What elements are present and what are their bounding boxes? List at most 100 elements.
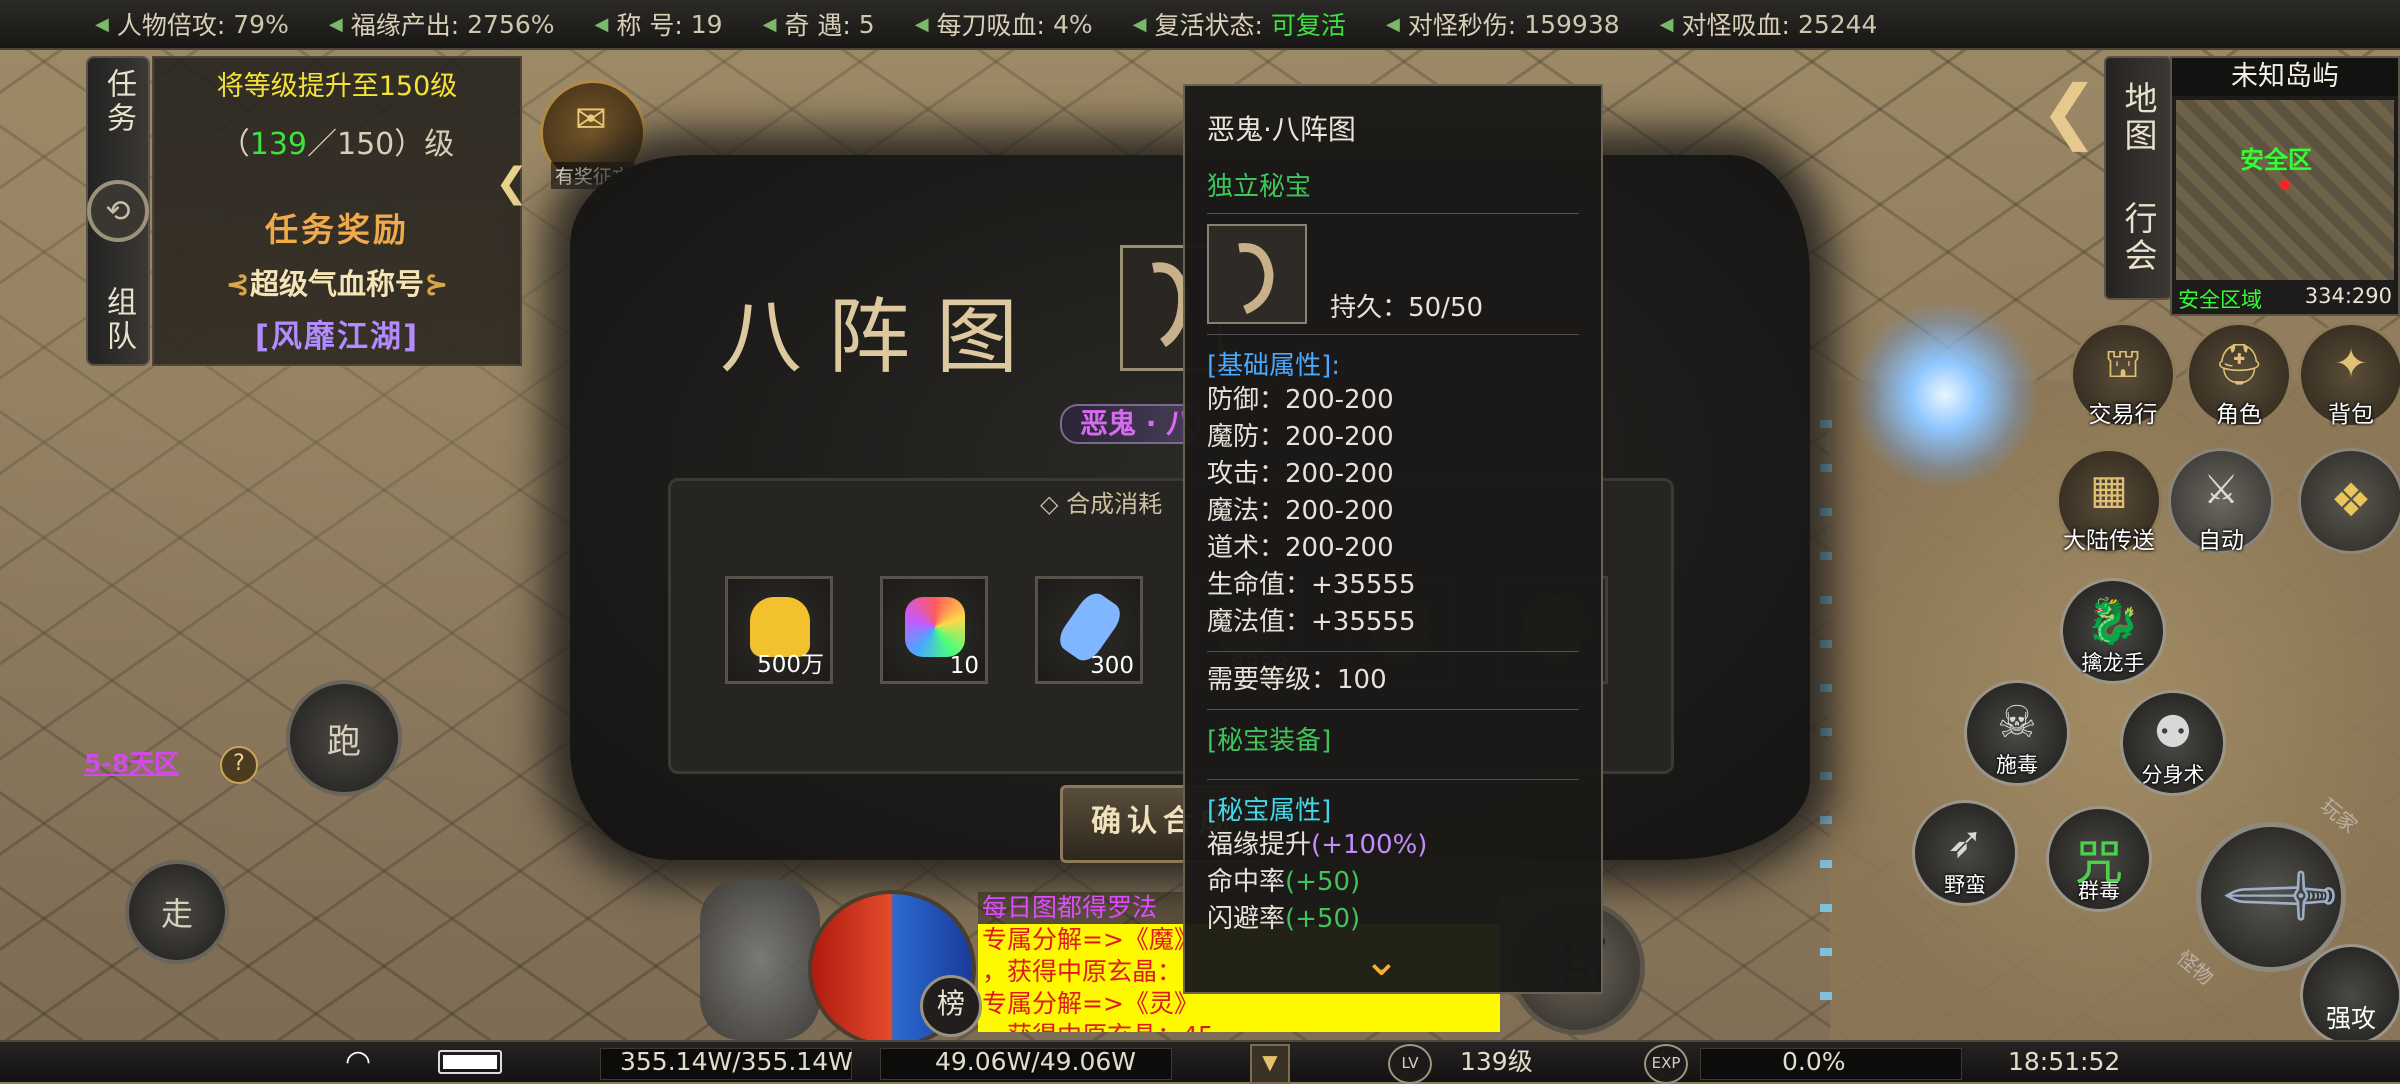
quest-level-current: 139 [249, 127, 307, 162]
trade-icon: ⛫ [2104, 341, 2142, 387]
teleport-portal[interactable] [1850, 300, 2040, 490]
material-count: 500万 [757, 652, 824, 678]
material-slot[interactable]: 10 [880, 576, 988, 684]
skill-savage[interactable]: ➶ 野蛮 [1912, 800, 2018, 906]
trade-button[interactable]: ⛫ 交易行 [2070, 322, 2176, 428]
exp-badge-icon: EXP [1644, 1044, 1688, 1084]
run-button[interactable]: 跑 [286, 680, 402, 796]
materials-title: ◇ 合成消耗 [1040, 490, 1163, 518]
dropdown-arrow-icon[interactable]: ▼ [1250, 1044, 1290, 1084]
ranking-button[interactable]: 榜 [920, 975, 982, 1037]
helmet-icon: ⛑ [2213, 342, 2265, 388]
material-count: 300 [1090, 653, 1134, 679]
dragon-ornament [700, 880, 820, 1040]
skill-poison[interactable]: ☠ 施毒 [1964, 680, 2070, 786]
tooltip-base-stat: 魔法值：+35555 [1207, 607, 1416, 637]
level-badge-icon: LV [1388, 1044, 1432, 1084]
mp-value: 49.06W/49.06W [935, 1047, 1137, 1076]
triangle-icon: ◀ [594, 13, 609, 35]
charge-icon: ➶ [1946, 817, 1984, 868]
continent-teleport-button[interactable]: ▦ 大陆传送 [2056, 448, 2162, 554]
poison-icon: ☠ [1997, 697, 2037, 748]
map-tabs: 地图 行会 [2104, 56, 2172, 300]
material-count: 10 [949, 653, 979, 679]
help-icon[interactable]: ? [220, 746, 258, 784]
skill-group-poison[interactable]: 咒 群毒 [2046, 806, 2152, 912]
tooltip-item-type: 独立秘宝 [1207, 172, 1312, 202]
material-slot[interactable]: 300 [1035, 576, 1143, 684]
minimap[interactable]: 未知岛屿 安全区 [2170, 56, 2400, 316]
tab-map[interactable]: 地图 [2114, 81, 2162, 155]
stat-item: ◀ 复活状态: 可复活 [1132, 11, 1346, 40]
attack-button[interactable]: 🗡 [2196, 822, 2351, 972]
tooltip-icon-row: 持久：50/50 [1207, 224, 1579, 324]
scroll-icon: ✉ [575, 97, 607, 141]
dragon-icon: 🐉 [2085, 596, 2141, 647]
stat-item: ◀ 福缘产出: 2756% [328, 9, 555, 41]
level-value: 139级 [1460, 1047, 1533, 1076]
tooltip-base-stat: 攻击：200-200 [1207, 459, 1394, 489]
tooltip-item-name: 恶鬼·八阵图 [1207, 113, 1356, 146]
quest-panel[interactable]: 将等级提升至150级 （139／150）级 任务奖励 ⊰超级气血称号⊱ [风靡江… [152, 56, 522, 366]
material-slot[interactable]: 500万 [725, 576, 833, 684]
map-name: 未知岛屿 [2172, 58, 2398, 96]
tooltip-special-stat: 命中率(+50) [1207, 867, 1361, 897]
map-coordinates: 334:290 [2304, 284, 2392, 308]
tooltip-durability: 持久：50/50 [1330, 293, 1484, 323]
bag-icon: ✦ [2334, 341, 2368, 387]
expand-menu-button[interactable]: ❖ [2298, 448, 2400, 554]
strong-attack-button[interactable]: 强攻 [2300, 944, 2400, 1046]
server-zone-link[interactable]: 5-8天区 [84, 744, 179, 780]
triangle-icon: ◀ [328, 13, 343, 35]
curse-icon: 咒 [2074, 835, 2123, 891]
skill-clone[interactable]: ⚉ 分身术 [2120, 690, 2226, 796]
wifi-icon: ◠ [345, 1044, 372, 1079]
triangle-icon: ◀ [762, 13, 777, 35]
stat-item: ◀ 每刀吸血: 4% [914, 9, 1093, 41]
scroll-item-icon [1207, 224, 1307, 324]
map-view[interactable]: 安全区 [2176, 100, 2394, 280]
quest-title[interactable]: 将等级提升至150级 [154, 64, 520, 103]
top-status-bar: ◀ 人物倍攻: 79% ◀ 福缘产出: 2756% ◀ 称 号: 19 ◀ 奇 遇: 5 ◀ 每刀吸血: 4… [0, 0, 2400, 50]
tooltip-base-stat: 生命值：+35555 [1207, 570, 1416, 600]
hp-value: 355.14W/355.14W [620, 1047, 853, 1076]
craft-item-name: 恶鬼 · 八 [1060, 404, 1200, 444]
map-safe-zone-label: 安全区 [2240, 146, 2312, 174]
diamond-grid-icon: ❖ [2330, 473, 2372, 527]
tooltip-base-stat: 魔防：200-200 [1207, 422, 1394, 452]
tab-quest[interactable]: 任务 [96, 68, 140, 136]
tooltip-base-header: [基础属性]: [1207, 351, 1341, 381]
tooltip-required-level: 需要等级：100 [1207, 665, 1387, 695]
bottom-status-bar: ◠ 355.14W/355.14W 49.06W/49.06W ▼ LV 139… [0, 1040, 2400, 1084]
quest-tabs: 任务 ⟲ 组队 [86, 56, 150, 366]
quest-switch-icon[interactable]: ⟲ [87, 180, 149, 242]
map-footer: 安全区域 334:290 [2172, 282, 2398, 314]
tab-guild[interactable]: 行会 [2114, 201, 2162, 275]
chevron-down-icon[interactable]: ⌄ [1363, 935, 1400, 986]
quest-reward-title: [风靡江湖] [254, 319, 420, 355]
quest-collapse-arrow-icon[interactable]: ❮ [495, 160, 529, 206]
tooltip-base-stat: 道术：200-200 [1207, 533, 1394, 563]
stat-item: ◀ 称 号: 19 [594, 9, 723, 41]
character-button[interactable]: ⛑ 角色 [2186, 322, 2292, 428]
bag-button[interactable]: ✦ 背包 [2298, 322, 2400, 428]
auto-button[interactable]: ⚔ 自动 [2168, 448, 2274, 554]
map-zone-status: 安全区域 [2178, 288, 2262, 312]
triangle-icon: ◀ [1132, 13, 1147, 35]
clock-time: 18:51:52 [2008, 1047, 2121, 1076]
stat-item: ◀ 奇 遇: 5 [762, 9, 875, 41]
item-tooltip: 恶鬼·八阵图 独立秘宝 持久：50/50 [基础属性]: 防御：200-200 魔… [1183, 84, 1603, 994]
tooltip-equip-header: [秘宝装备] [1207, 726, 1332, 756]
triangle-icon: ◀ [1659, 13, 1674, 35]
walk-button[interactable]: 走 [125, 860, 229, 964]
skill-dragon-grab[interactable]: 🐉 擒龙手 [2060, 578, 2166, 684]
triangle-icon: ◀ [1385, 13, 1400, 35]
chat-line[interactable]: ，获得中原玄晶：45 [978, 1020, 1500, 1032]
battery-icon [438, 1050, 502, 1074]
tooltip-attr-header: [秘宝属性] [1207, 796, 1332, 826]
tooltip-base-stat: 防御：200-200 [1207, 385, 1394, 415]
quest-reward-item: ⊰超级气血称号⊱ [225, 267, 449, 301]
back-arrow-icon[interactable]: ❮ [2040, 70, 2099, 152]
tab-team[interactable]: 组队 [96, 286, 140, 354]
player-marker-icon [2280, 180, 2290, 190]
